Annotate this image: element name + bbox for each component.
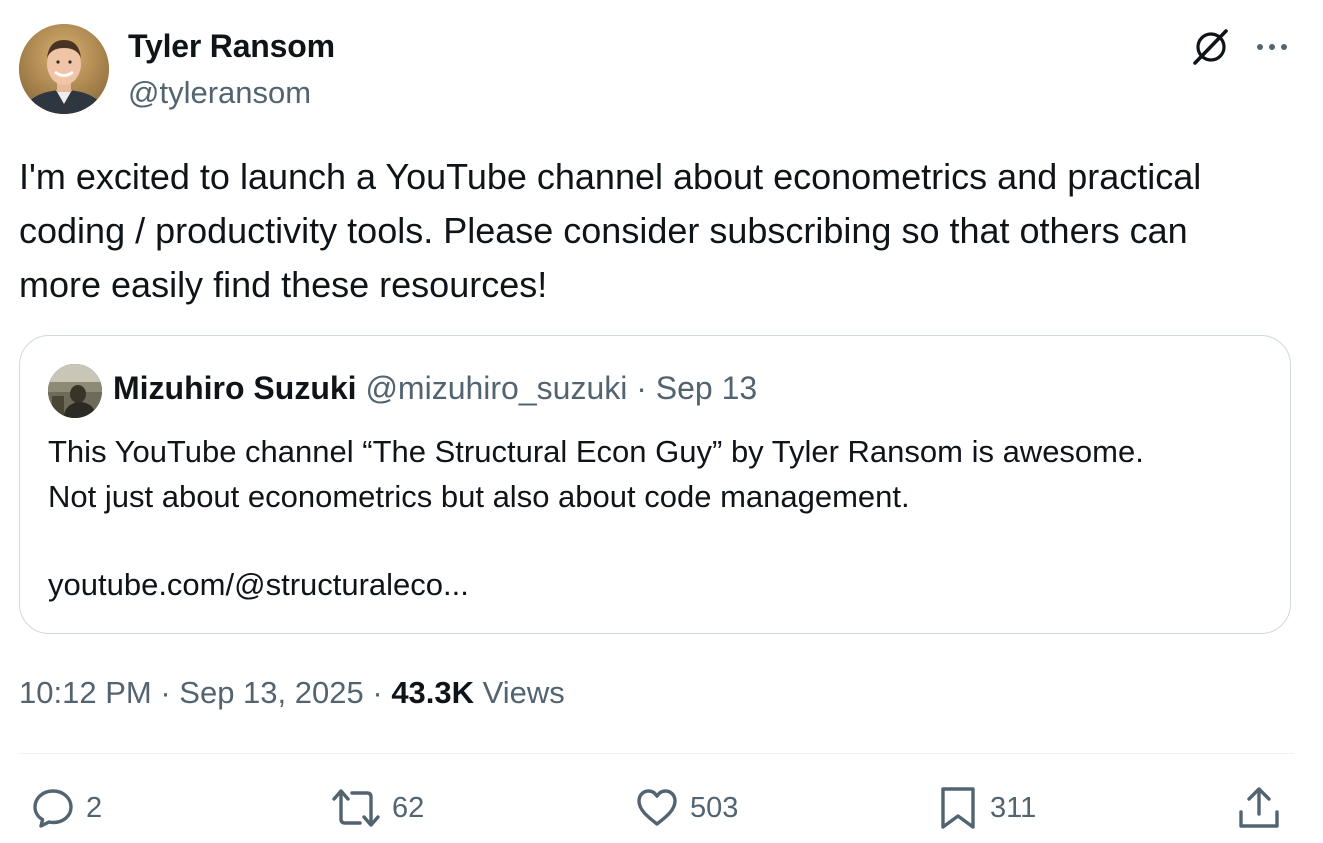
reply-button[interactable]: 2 (30, 782, 102, 834)
quote-tweet-card[interactable]: Mizuhiro Suzuki @mizuhiro_suzuki · Sep 1… (19, 335, 1291, 634)
divider (19, 753, 1294, 754)
bookmark-button[interactable]: 311 (936, 782, 1036, 834)
quote-date[interactable]: Sep 13 (656, 370, 757, 406)
grok-icon[interactable] (1190, 26, 1232, 68)
reply-count: 2 (86, 791, 103, 824)
share-button[interactable] (1236, 782, 1282, 834)
author-avatar[interactable] (19, 24, 109, 114)
quote-header: Mizuhiro Suzuki @mizuhiro_suzuki · Sep 1… (113, 370, 757, 407)
tweet-date[interactable]: Sep 13, 2025 (179, 675, 363, 710)
views-count: 43.3K (391, 675, 475, 710)
share-icon (1236, 784, 1282, 832)
bookmark-count: 311 (990, 791, 1037, 824)
quote-text: This YouTube channel “The Structural Eco… (48, 434, 1144, 514)
like-button[interactable]: 503 (634, 782, 738, 834)
quote-separator: · (636, 370, 647, 406)
quote-author-handle[interactable]: @mizuhiro_suzuki (365, 370, 627, 406)
quote-author-avatar[interactable] (48, 364, 102, 418)
tweet-meta: 10:12 PM · Sep 13, 2025 · 43.3K Views (19, 675, 565, 711)
meta-separator: · (372, 675, 383, 710)
views-label: Views (482, 675, 565, 710)
tweet-time[interactable]: 10:12 PM (19, 675, 152, 710)
tweet-text: I'm excited to launch a YouTube channel … (19, 156, 1202, 305)
retweet-button[interactable]: 62 (330, 782, 424, 834)
more-icon[interactable] (1250, 26, 1294, 68)
reply-icon (30, 785, 76, 831)
retweet-count: 62 (392, 791, 425, 824)
tweet: Tyler Ransom @tyleransom I'm excited to … (0, 0, 1323, 843)
quote-author-name[interactable]: Mizuhiro Suzuki (113, 370, 357, 406)
author-display-name[interactable]: Tyler Ransom (128, 28, 335, 65)
quote-link[interactable]: youtube.com/@structuraleco... (48, 562, 469, 607)
bookmark-icon (936, 784, 980, 832)
author-handle[interactable]: @tyleransom (128, 75, 311, 111)
meta-separator: · (160, 675, 171, 710)
like-count: 503 (690, 791, 739, 824)
like-icon (634, 785, 680, 831)
retweet-icon (330, 785, 382, 831)
